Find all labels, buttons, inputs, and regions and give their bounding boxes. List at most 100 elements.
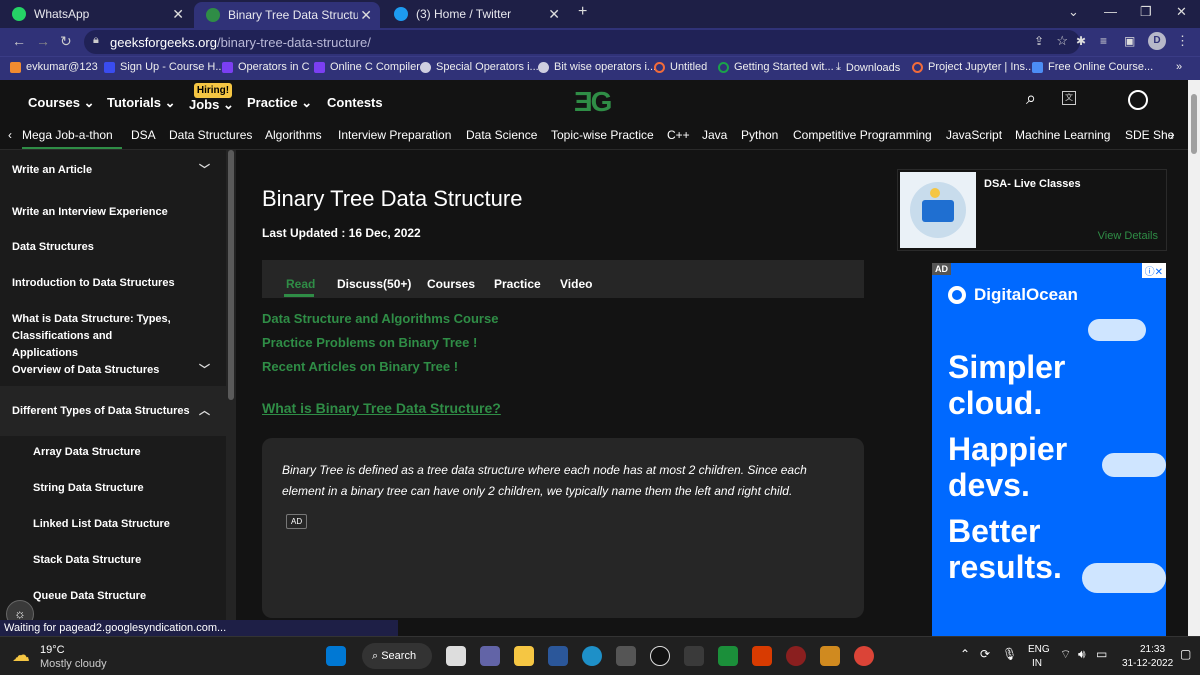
tab-discuss[interactable]: Discuss(50+) [337, 277, 411, 291]
chrome-icon[interactable] [854, 646, 874, 666]
volume-icon[interactable]: 🔊︎ [1078, 647, 1086, 662]
forward-icon[interactable]: → [36, 33, 50, 49]
sidebar-item-write-article[interactable]: Write an Article ﹀ [0, 162, 226, 179]
new-tab-button[interactable]: + [578, 3, 587, 21]
profile-avatar[interactable]: D [1148, 32, 1166, 50]
app-icon[interactable] [820, 646, 840, 666]
app-icon[interactable] [718, 646, 738, 666]
language-region[interactable]: IN [1032, 658, 1042, 669]
nav-practice[interactable]: Practice ⌄ [247, 95, 312, 111]
sidebar-scrollbar[interactable] [226, 150, 236, 620]
subnav-cpp[interactable]: C++ [667, 128, 690, 142]
nav-courses[interactable]: Courses ⌄ [28, 95, 95, 111]
language-code[interactable]: ENG [1028, 644, 1050, 655]
tab-gfg[interactable]: Binary Tree Data Structure - GeeksforGee… [194, 2, 380, 28]
subnav-ml[interactable]: Machine Learning [1015, 128, 1110, 142]
minimize-button[interactable]: — [1104, 4, 1117, 19]
sidebar-item-overview[interactable]: Overview of Data Structures ﹀ [0, 362, 226, 379]
subnav-data-science[interactable]: Data Science [466, 128, 537, 142]
subnav-mega-job[interactable]: Mega Job-a-thon [22, 128, 113, 142]
bookmark-item[interactable]: Sign Up - Course H... [104, 61, 225, 73]
page-scroll-thumb[interactable] [1191, 94, 1197, 154]
section-heading[interactable]: What is Binary Tree Data Structure? [262, 400, 501, 416]
chevron-right-icon[interactable]: › [1170, 126, 1175, 142]
bookmark-item[interactable]: ⤓ Downloads [836, 61, 900, 74]
sidebar-item-string[interactable]: String Data Structure [0, 480, 226, 497]
sidebar-item-array[interactable]: Array Data Structure [0, 444, 226, 461]
tab-whatsapp[interactable]: WhatsApp ✕ [0, 0, 192, 28]
bookmark-item[interactable]: evkumar@123 [10, 61, 98, 73]
bookmark-item[interactable]: Operators in C [222, 61, 310, 73]
nav-contests[interactable]: Contests [327, 95, 383, 110]
link-dsa-course[interactable]: Data Structure and Algorithms Course [262, 311, 498, 326]
sidebar-item-stack[interactable]: Stack Data Structure [0, 552, 226, 569]
weather-icon[interactable]: ☁ [12, 645, 30, 666]
chevron-left-icon[interactable]: ‹ [8, 128, 12, 142]
bookmark-star-icon[interactable]: ☆ [1056, 33, 1068, 49]
bookmark-item[interactable]: Project Jupyter | Ins... [912, 61, 1034, 73]
sidebar-item-different-types[interactable]: Different Types of Data Structures ︿ [0, 386, 226, 436]
nav-jobs[interactable]: Jobs ⌄ [189, 97, 234, 113]
bookmark-item[interactable]: Free Online Course... [1032, 61, 1153, 73]
battery-icon[interactable]: ▭ [1096, 647, 1107, 661]
menu-icon[interactable]: ⋮ [1176, 33, 1189, 49]
link-recent-articles[interactable]: Recent Articles on Binary Tree ! [262, 359, 458, 374]
bookmark-item[interactable]: Untitled [654, 61, 707, 73]
clock-date[interactable]: 31-12-2022 [1122, 658, 1173, 669]
teams-icon[interactable] [480, 646, 500, 666]
sidebar-item-interview[interactable]: Write an Interview Experience [0, 204, 226, 221]
subnav-topic-practice[interactable]: Topic-wise Practice [551, 128, 654, 142]
digitalocean-ad[interactable]: AD ⓘ✕ DigitalOcean Simpler cloud. Happie… [932, 263, 1166, 638]
app-icon[interactable] [684, 646, 704, 666]
close-window-button[interactable]: ✕ [1176, 4, 1187, 20]
tab-courses[interactable]: Courses [427, 277, 475, 291]
view-details-link[interactable]: View Details [1098, 230, 1158, 242]
link-practice-problems[interactable]: Practice Problems on Binary Tree ! [262, 335, 477, 350]
sidebar-item-intro[interactable]: Introduction to Data Structures [0, 275, 226, 292]
tab-practice[interactable]: Practice [494, 277, 541, 291]
bookmark-item[interactable]: Getting Started wit... [718, 61, 834, 73]
close-icon[interactable]: ✕ [172, 6, 184, 23]
reading-list-icon[interactable]: ≡ [1100, 34, 1107, 48]
nav-tutorials[interactable]: Tutorials ⌄ [107, 95, 175, 111]
user-icon[interactable] [1128, 90, 1148, 110]
sidebar-scroll-thumb[interactable] [228, 150, 234, 400]
close-icon[interactable]: ✕ [360, 7, 372, 24]
close-icon[interactable]: ✕ [548, 6, 560, 23]
subnav-dsa[interactable]: DSA [131, 128, 156, 142]
tab-video[interactable]: Video [560, 277, 592, 291]
bookmark-item[interactable]: Bit wise operators i... [538, 61, 656, 73]
subnav-javascript[interactable]: JavaScript [946, 128, 1002, 142]
subnav-competitive[interactable]: Competitive Programming [793, 128, 932, 142]
bookmarks-overflow[interactable]: » [1176, 61, 1182, 73]
task-view-icon[interactable] [446, 646, 466, 666]
dell-icon[interactable] [650, 646, 670, 666]
office-icon[interactable] [752, 646, 772, 666]
subnav-algorithms[interactable]: Algorithms [265, 128, 322, 142]
bookmark-item[interactable]: Online C Compiler [314, 61, 420, 73]
mic-icon[interactable]: 🎙︎ [1002, 647, 1017, 661]
extensions-icon[interactable]: ✱ [1076, 34, 1086, 48]
subnav-python[interactable]: Python [741, 128, 778, 142]
page-scrollbar[interactable] [1188, 80, 1200, 636]
clock-time[interactable]: 21:33 [1140, 644, 1165, 655]
subnav-data-structures[interactable]: Data Structures [169, 128, 252, 142]
app-icon[interactable] [786, 646, 806, 666]
subnav-java[interactable]: Java [702, 128, 727, 142]
dsa-live-card[interactable]: DSA- Live Classes View Details [897, 169, 1167, 251]
search-icon[interactable]: ⌕ [1026, 88, 1036, 109]
share-icon[interactable]: ⇪ [1034, 34, 1044, 48]
wifi-icon[interactable]: ⌔ [1060, 647, 1071, 662]
ad-label[interactable]: AD [286, 514, 308, 529]
sidebar-item-linked-list[interactable]: Linked List Data Structure [0, 516, 226, 533]
side-panel-icon[interactable]: ▣ [1124, 34, 1135, 48]
maximize-button[interactable]: ❐ [1140, 4, 1152, 20]
edge-icon[interactable] [582, 646, 602, 666]
file-explorer-icon[interactable] [514, 646, 534, 666]
sidebar-item-data-structures[interactable]: Data Structures [0, 239, 226, 256]
ad-close-icon[interactable]: ⓘ✕ [1141, 263, 1166, 278]
store-icon[interactable] [616, 646, 636, 666]
word-icon[interactable] [548, 646, 568, 666]
chevron-up-icon[interactable]: ⌃ [960, 647, 970, 661]
sidebar-item-what-is[interactable]: What is Data Structure: Types, Classific… [0, 311, 180, 362]
